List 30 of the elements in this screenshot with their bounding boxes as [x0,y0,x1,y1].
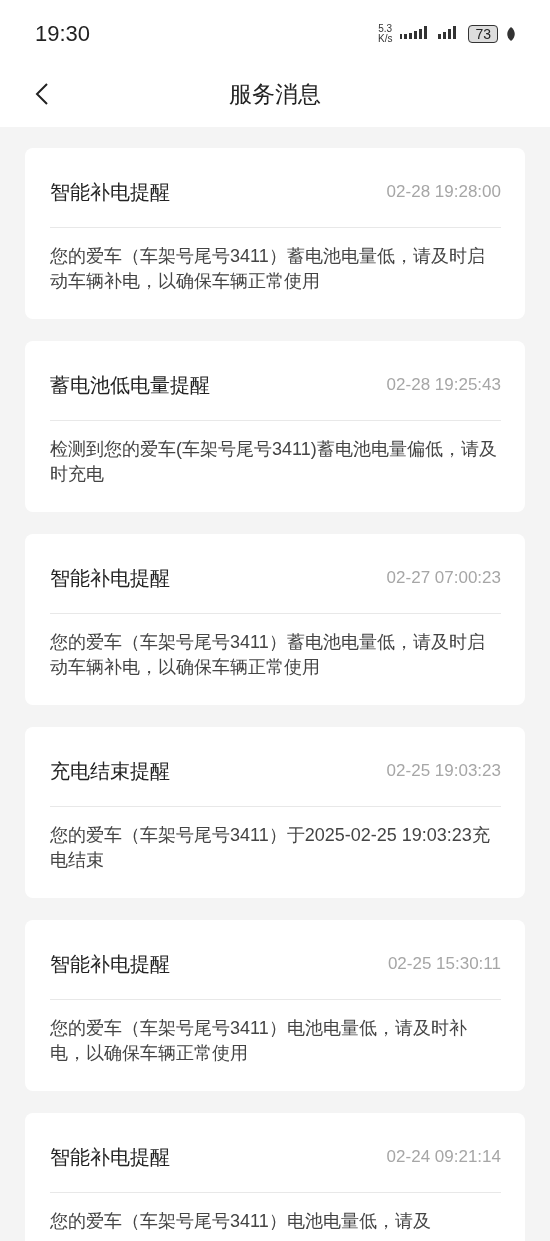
message-title: 智能补电提醒 [50,1144,170,1170]
message-text: 您的爱车（车架号尾号3411）于2025-02-25 19:03:23充电结束 [50,824,491,872]
status-time: 19:30 [35,21,91,47]
message-text: 您的爱车（车架号尾号3411）电池电量低，请及时补电，以确保车辆正常使用 [50,1017,468,1065]
message-text: 您的爱车（车架号尾号3411）电池电量低，请及 [50,1210,432,1233]
message-card[interactable]: 智能补电提醒 02-27 07:00:23 您的爱车（车架号尾号3411）蓄电池电量低，请及时启动车辆补电，以确保车辆正常使用 [25,534,525,705]
message-time: 02-27 07:00:23 [386,568,501,588]
message-time: 02-28 19:28:00 [386,182,501,202]
message-time: 02-24 09:21:14 [386,1147,501,1167]
page-title: 服务消息 [229,79,321,109]
message-title: 智能补电提醒 [50,565,170,591]
message-title: 智能补电提醒 [50,179,170,205]
message-time: 02-28 19:25:43 [386,375,501,395]
message-text: 您的爱车（车架号尾号3411）蓄电池电量低，请及时启动车辆补电，以确保车辆正常使用 [50,631,486,679]
message-text: 检测到您的爱车(车架号尾号3411)蓄电池电量偏低，请及时充电 [50,438,498,486]
message-card[interactable]: 智能补电提醒 02-28 19:28:00 您的爱车（车架号尾号3411）蓄电池电量低，请及时启动车辆补电，以确保车辆正常使用 [25,148,525,319]
message-time: 02-25 15:30:11 [387,954,501,974]
message-card[interactable]: 蓄电池低电量提醒 02-28 19:25:43 检测到您的爱车(车架号尾号3411)蓄电池电量偏低，请及时充电 [25,341,525,512]
message-card[interactable]: 智能补电提醒 02-25 15:30:11 您的爱车（车架号尾号3411）电池电量低，请及时补电，以确保车辆正常使用 [25,920,525,1091]
message-card[interactable]: 充电结束提醒 02-25 19:03:23 您的爱车（车架号尾号3411）于2025-02-25 19:03:23充电结束 [25,727,525,898]
message-time: 02-25 19:03:23 [386,761,501,781]
message-text: 您的爱车（车架号尾号3411）蓄电池电量低，请及时启动车辆补电，以确保车辆正常使用 [50,245,486,293]
leaf-icon [506,27,516,41]
message-title: 蓄电池低电量提醒 [50,372,210,398]
network-speed: 5.3 K/s [377,24,393,44]
message-title: 充电结束提醒 [50,758,170,784]
message-title: 智能补电提醒 [50,951,170,977]
message-card[interactable]: 智能补电提醒 02-24 09:21:14 您的爱车（车架号尾号3411）电池电量低，请及 [25,1113,525,1241]
battery-indicator: 73 [468,25,498,43]
back-icon[interactable] [35,82,49,106]
